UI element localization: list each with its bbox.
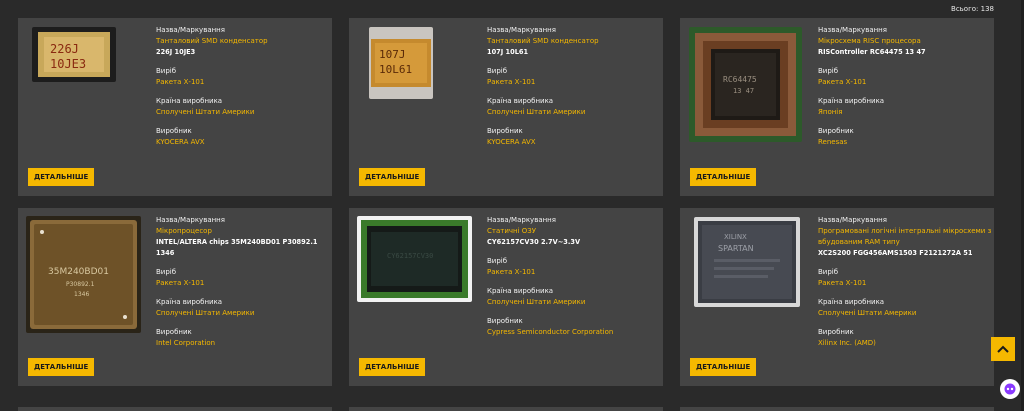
maker-value[interactable]: Renesas [818, 137, 992, 148]
details-button[interactable]: ДЕТАЛЬНІШЕ [28, 358, 95, 376]
product-photo[interactable]: CY62157CV30 [357, 216, 472, 302]
maker-label: Виробник [487, 127, 523, 135]
country-label: Країна виробника [487, 97, 554, 105]
product-marking: 226J 10JE3 [156, 48, 196, 56]
product-value[interactable]: Ракета Х-101 [487, 267, 661, 278]
country-value[interactable]: Сполучені Штати Америки [156, 107, 330, 118]
maker-label: Виробник [818, 127, 854, 135]
country-label: Країна виробника [487, 287, 554, 295]
photo-marking-line: SPARTAN [718, 244, 754, 253]
details-button[interactable]: ДЕТАЛЬНІШЕ [359, 358, 426, 376]
product-value[interactable]: Ракета Х-101 [487, 77, 661, 88]
product-photo[interactable]: 107J 10L61 [369, 27, 433, 99]
product-marking: RISController RC64475 13 47 [818, 48, 926, 56]
country-label: Країна виробника [156, 97, 223, 105]
photo-marking-line: 226J [50, 42, 79, 56]
country-label: Країна виробника [818, 298, 885, 306]
country-label: Країна виробника [818, 97, 885, 105]
product-photo[interactable]: XILINX SPARTAN [694, 217, 800, 307]
details-button[interactable]: ДЕТАЛЬНІШЕ [28, 168, 95, 186]
country-value[interactable]: Сполучені Штати Америки [818, 308, 992, 319]
photo-marking-line: CY62157CV30 [387, 252, 433, 260]
product-card: 226J 10JE3 Назва/Маркування Танталовий S… [18, 18, 332, 196]
next-card-edge [349, 407, 663, 411]
maker-label: Виробник [487, 317, 523, 325]
product-photo[interactable]: 226J 10JE3 [32, 27, 116, 82]
product-label: Виріб [156, 268, 177, 276]
maker-value[interactable]: Intel Corporation [156, 338, 330, 349]
product-label: Виріб [487, 67, 508, 75]
product-card: RC64475 13 47 Назва/Маркування Мікросхем… [680, 18, 994, 196]
product-label: Виріб [818, 67, 839, 75]
product-type: Танталовий SMD конденсатор [487, 37, 599, 45]
product-type: Танталовий SMD конденсатор [156, 37, 268, 45]
product-card: 107J 10L61 Назва/Маркування Танталовий S… [349, 18, 663, 196]
chat-icon [1004, 383, 1016, 395]
product-marking: CY62157CV30 2.7V~3.3V [487, 238, 581, 246]
product-photo[interactable]: 35M240BD01 P30892.1 1346 [26, 216, 141, 333]
photo-marking-line: RC64475 [723, 75, 757, 84]
next-card-edge [680, 407, 994, 411]
country-label: Країна виробника [156, 298, 223, 306]
product-marking: INTEL/ALTERA chips 35M240BD01 P30892.1 1… [156, 238, 318, 257]
country-value[interactable]: Сполучені Штати Америки [487, 297, 661, 308]
maker-label: Виробник [156, 328, 192, 336]
product-type: Статичні ОЗУ [487, 227, 537, 235]
photo-marking-line: 1346 [74, 291, 89, 298]
maker-value[interactable]: Cypress Semiconductor Corporation [487, 327, 661, 338]
maker-value[interactable]: KYOCERA AVX [487, 137, 661, 148]
maker-label: Виробник [818, 328, 854, 336]
chat-widget-button[interactable] [1000, 379, 1020, 399]
details-button[interactable]: ДЕТАЛЬНІШЕ [690, 358, 757, 376]
product-photo[interactable]: RC64475 13 47 [689, 27, 802, 142]
details-button[interactable]: ДЕТАЛЬНІШЕ [359, 168, 426, 186]
product-label: Виріб [156, 67, 177, 75]
product-type: Мікросхема RISC процесора [818, 37, 921, 45]
product-card: CY62157CV30 Назва/Маркування Статичні ОЗ… [349, 208, 663, 386]
product-marking: XC2S200 FGG456AMS1503 F2121272A 51 [818, 249, 973, 257]
photo-marking-line: 10JE3 [50, 57, 86, 71]
name-label: Назва/Маркування [818, 26, 887, 34]
photo-marking-line: P30892.1 [66, 281, 95, 288]
total-count: Всього: 138 [951, 5, 994, 13]
product-type: Програмовані логічні інтегральні мікросх… [818, 227, 992, 246]
product-card: 35M240BD01 P30892.1 1346 Назва/Маркуванн… [18, 208, 332, 386]
product-card: XILINX SPARTAN Назва/Маркування Програмо… [680, 208, 994, 386]
name-label: Назва/Маркування [818, 216, 887, 224]
photo-marking-line: 35M240BD01 [48, 267, 109, 277]
product-value[interactable]: Ракета Х-101 [156, 77, 330, 88]
name-label: Назва/Маркування [487, 216, 556, 224]
photo-marking-line: 13 47 [733, 87, 754, 95]
product-marking: 107J 10L61 [487, 48, 529, 56]
country-value[interactable]: Японія [818, 107, 992, 118]
product-value[interactable]: Ракета Х-101 [818, 278, 992, 289]
photo-marking-line: 107J [379, 48, 406, 61]
maker-label: Виробник [156, 127, 192, 135]
product-label: Виріб [818, 268, 839, 276]
photo-marking-line: 10L61 [379, 63, 412, 76]
next-card-edge [18, 407, 332, 411]
details-button[interactable]: ДЕТАЛЬНІШЕ [690, 168, 757, 186]
maker-value[interactable]: Xilinx Inc. (AMD) [818, 338, 992, 349]
product-type: Мікропроцесор [156, 227, 212, 235]
country-value[interactable]: Сполучені Штати Америки [156, 308, 330, 319]
product-value[interactable]: Ракета Х-101 [818, 77, 992, 88]
photo-marking-line: XILINX [724, 233, 747, 241]
maker-value[interactable]: KYOCERA AVX [156, 137, 330, 148]
name-label: Назва/Маркування [156, 26, 225, 34]
chevron-up-icon [997, 345, 1009, 353]
country-value[interactable]: Сполучені Штати Америки [487, 107, 661, 118]
back-to-top-button[interactable] [991, 337, 1015, 361]
name-label: Назва/Маркування [487, 26, 556, 34]
name-label: Назва/Маркування [156, 216, 225, 224]
product-value[interactable]: Ракета Х-101 [156, 278, 330, 289]
product-label: Виріб [487, 257, 508, 265]
